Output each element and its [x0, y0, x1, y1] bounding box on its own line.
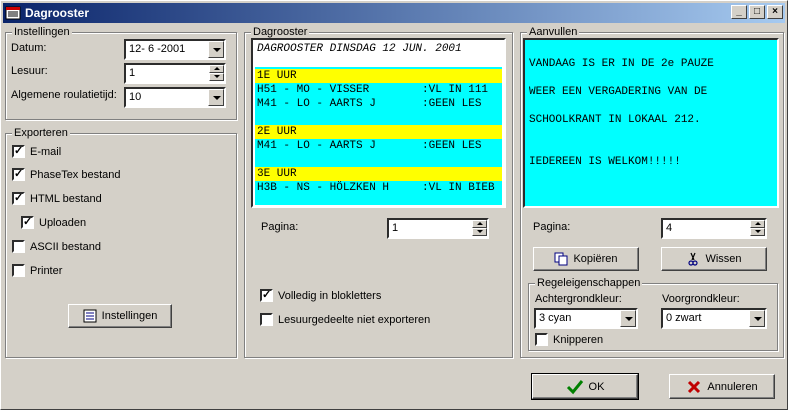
roulatie-dropdown[interactable]: 10: [124, 87, 226, 108]
minimize-button[interactable]: _: [731, 5, 747, 19]
html-checkbox[interactable]: ✓ HTML bestand: [12, 192, 102, 205]
roulatie-value: 10: [129, 91, 142, 103]
aanvullen-group-label: Aanvullen: [527, 26, 580, 38]
annuleren-button-label: Annuleren: [707, 380, 758, 393]
lesuurgedeelte-checkbox[interactable]: Lesuurgedeelte niet exporteren: [260, 313, 430, 326]
aanvullen-pagina-spinner[interactable]: 4: [661, 218, 767, 239]
ok-button-label: OK: [588, 380, 605, 393]
knipperen-label: Knipperen: [553, 333, 604, 346]
settings-icon: [83, 309, 97, 323]
preview-line: M41 - LO - AARTS J :GEEN LES: [257, 98, 482, 110]
instellingen-button-label: Instellingen: [101, 310, 158, 322]
aanvullen-pagina-value: 4: [666, 222, 673, 234]
achtergrondkleur-value: 3 cyan: [539, 312, 572, 324]
window-title: Dagrooster: [25, 6, 90, 20]
phasetex-checkbox[interactable]: ✓ PhaseTex bestand: [12, 168, 121, 181]
printer-label: Printer: [30, 264, 63, 277]
preview-line: 3E UUR: [257, 168, 297, 180]
html-check-box[interactable]: ✓: [12, 192, 25, 205]
instellingen-button[interactable]: Instellingen: [68, 304, 172, 328]
checkmark-icon: [566, 379, 583, 394]
aanvullen-line: IEDEREEN IS WELKOM!!!!!: [529, 156, 681, 168]
title-bar[interactable]: Dagrooster _ □ ×: [3, 3, 785, 23]
aanvullen-textarea[interactable]: VANDAAG IS ER IN DE 2e PAUZE WEER EEN VE…: [523, 38, 779, 208]
lesuur-spin-buttons[interactable]: [209, 65, 224, 82]
voorgrondkleur-value: 0 zwart: [666, 312, 702, 324]
dagrooster-pagina-label: Pagina:: [261, 221, 299, 233]
voorgrondkleur-dropdown-arrow[interactable]: [749, 310, 765, 327]
aanvullen-line: WEER EEN VERGADERING VAN DE: [529, 86, 708, 98]
lesuur-value: 1: [129, 67, 136, 79]
copy-icon: [554, 252, 568, 266]
ascii-label: ASCII bestand: [30, 240, 101, 253]
dagrooster-preview: DAGROOSTER DINSDAG 12 JUN. 2001 1E UUR H…: [251, 38, 506, 208]
phasetex-label: PhaseTex bestand: [30, 168, 121, 181]
wissen-button[interactable]: Wissen: [661, 247, 767, 271]
preview-line: M41 - LO - AARTS J :GEEN LES: [257, 140, 482, 152]
kopieren-button-label: Kopiëren: [573, 253, 618, 265]
exporteren-group-label: Exporteren: [12, 127, 70, 139]
uploaden-check-box[interactable]: ✓: [21, 216, 34, 229]
dagrooster-pagina-value: 1: [392, 222, 399, 234]
dagrooster-group-label: Dagrooster: [251, 26, 310, 38]
wissen-button-label: Wissen: [705, 253, 742, 265]
aanvullen-line: VANDAAG IS ER IN DE 2e PAUZE: [529, 58, 714, 70]
preview-line: 1E UUR: [257, 70, 297, 82]
app-icon: [5, 6, 21, 20]
cancel-x-icon: [688, 380, 701, 393]
lesuur-label: Lesuur:: [11, 65, 48, 77]
regeleigenschappen-group-label: Regeleigenschappen: [535, 277, 643, 289]
voorgrondkleur-dropdown[interactable]: 0 zwart: [661, 308, 767, 329]
email-checkbox[interactable]: ✓ E-mail: [12, 145, 61, 158]
lesuurgedeelte-check-box[interactable]: [260, 313, 273, 326]
uploaden-label: Uploaden: [39, 216, 87, 229]
ascii-check-box[interactable]: [12, 240, 25, 253]
blokletters-check-box[interactable]: ✓: [260, 289, 273, 302]
preview-line: H3B - NS - HÖLZKEN H :VL IN BIEB: [257, 182, 495, 194]
uploaden-checkbox[interactable]: ✓ Uploaden: [21, 216, 86, 229]
datum-dropdown-arrow[interactable]: [208, 41, 224, 58]
roulatie-label: Algemene roulatietijd:: [11, 89, 117, 101]
knipperen-checkbox[interactable]: Knipperen: [535, 333, 603, 346]
kopieren-button[interactable]: Kopiëren: [533, 247, 639, 271]
printer-checkbox[interactable]: Printer: [12, 264, 62, 277]
scissors-icon: [688, 252, 699, 266]
aanvullen-pagina-label: Pagina:: [533, 221, 571, 233]
blokletters-label: Volledig in blokletters: [278, 289, 382, 302]
printer-check-box[interactable]: [12, 264, 25, 277]
html-label: HTML bestand: [30, 192, 102, 205]
roulatie-dropdown-arrow[interactable]: [208, 89, 224, 106]
preview-header: DAGROOSTER DINSDAG 12 JUN. 2001: [257, 43, 462, 55]
maximize-button[interactable]: □: [749, 5, 765, 19]
knipperen-check-box[interactable]: [535, 333, 548, 346]
close-button[interactable]: ×: [767, 5, 783, 19]
voorgrondkleur-label: Voorgrondkleur:: [662, 293, 740, 305]
instellingen-group-label: Instellingen: [12, 26, 72, 38]
dagrooster-pagina-spin-buttons[interactable]: [472, 220, 487, 237]
achtergrondkleur-label: Achtergrondkleur:: [535, 293, 622, 305]
preview-line: 2E UUR: [257, 126, 297, 138]
phasetex-check-box[interactable]: ✓: [12, 168, 25, 181]
aanvullen-pagina-spin-buttons[interactable]: [750, 220, 765, 237]
lesuurgedeelte-label: Lesuurgedeelte niet exporteren: [278, 313, 431, 326]
ascii-checkbox[interactable]: ASCII bestand: [12, 240, 101, 253]
datum-label: Datum:: [11, 42, 47, 54]
lesuur-spinner[interactable]: 1: [124, 63, 226, 84]
email-check-box[interactable]: ✓: [12, 145, 25, 158]
ok-button[interactable]: OK: [531, 373, 639, 400]
dagrooster-window: Dagrooster _ □ × Instellingen Datum: 12-…: [0, 0, 788, 410]
dagrooster-pagina-spinner[interactable]: 1: [387, 218, 489, 239]
email-label: E-mail: [30, 145, 62, 158]
preview-line: H51 - MO - VISSER :VL IN 111: [257, 84, 489, 96]
blokletters-checkbox[interactable]: ✓ Volledig in blokletters: [260, 289, 381, 302]
achtergrondkleur-dropdown[interactable]: 3 cyan: [534, 308, 638, 329]
datum-dropdown[interactable]: 12- 6 -2001: [124, 39, 226, 60]
achtergrondkleur-dropdown-arrow[interactable]: [620, 310, 636, 327]
datum-value: 12- 6 -2001: [129, 43, 186, 55]
annuleren-button[interactable]: Annuleren: [669, 374, 775, 399]
aanvullen-line: SCHOOLKRANT IN LOKAAL 212.: [529, 114, 701, 126]
